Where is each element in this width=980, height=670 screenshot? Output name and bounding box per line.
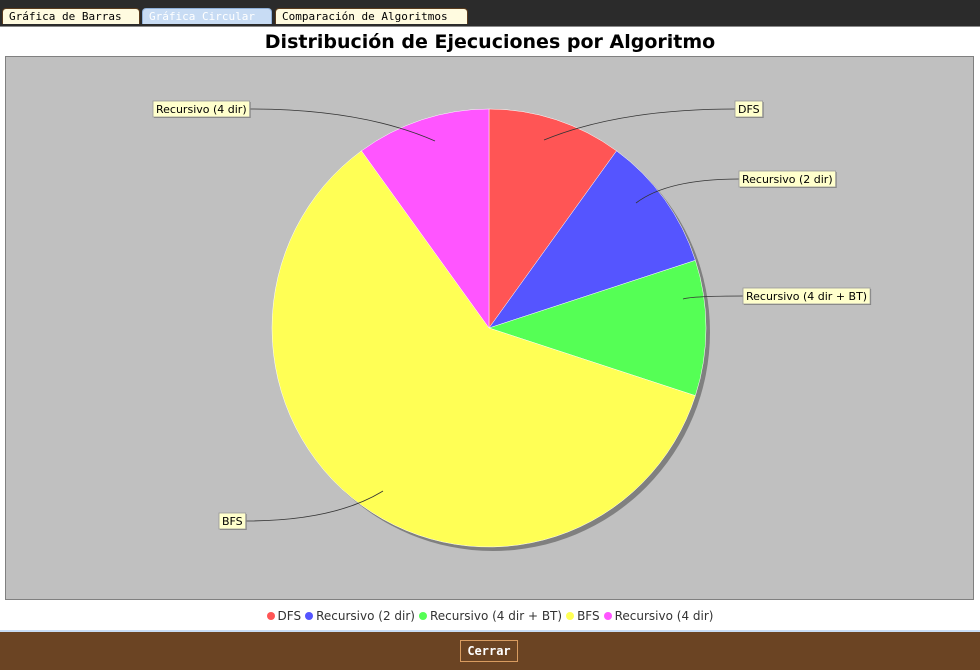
slice-label: Recursivo (2 dir) [635,170,837,204]
close-button[interactable]: Cerrar [460,640,518,662]
slice-label-text: Recursivo (4 dir + BT) [746,290,867,303]
slice-label-text: Recursivo (4 dir) [156,103,247,116]
slice-label-text: Recursivo (2 dir) [742,173,833,186]
slice-label-text: DFS [738,103,760,116]
slice-label-text: BFS [222,515,243,528]
slice-label: Recursivo (4 dir + BT) [682,287,872,305]
pie-chart: DFS Recursivo (2 dir) Recursivo (4 dir + B… [152,100,872,551]
footer-bar: Cerrar [0,630,980,670]
